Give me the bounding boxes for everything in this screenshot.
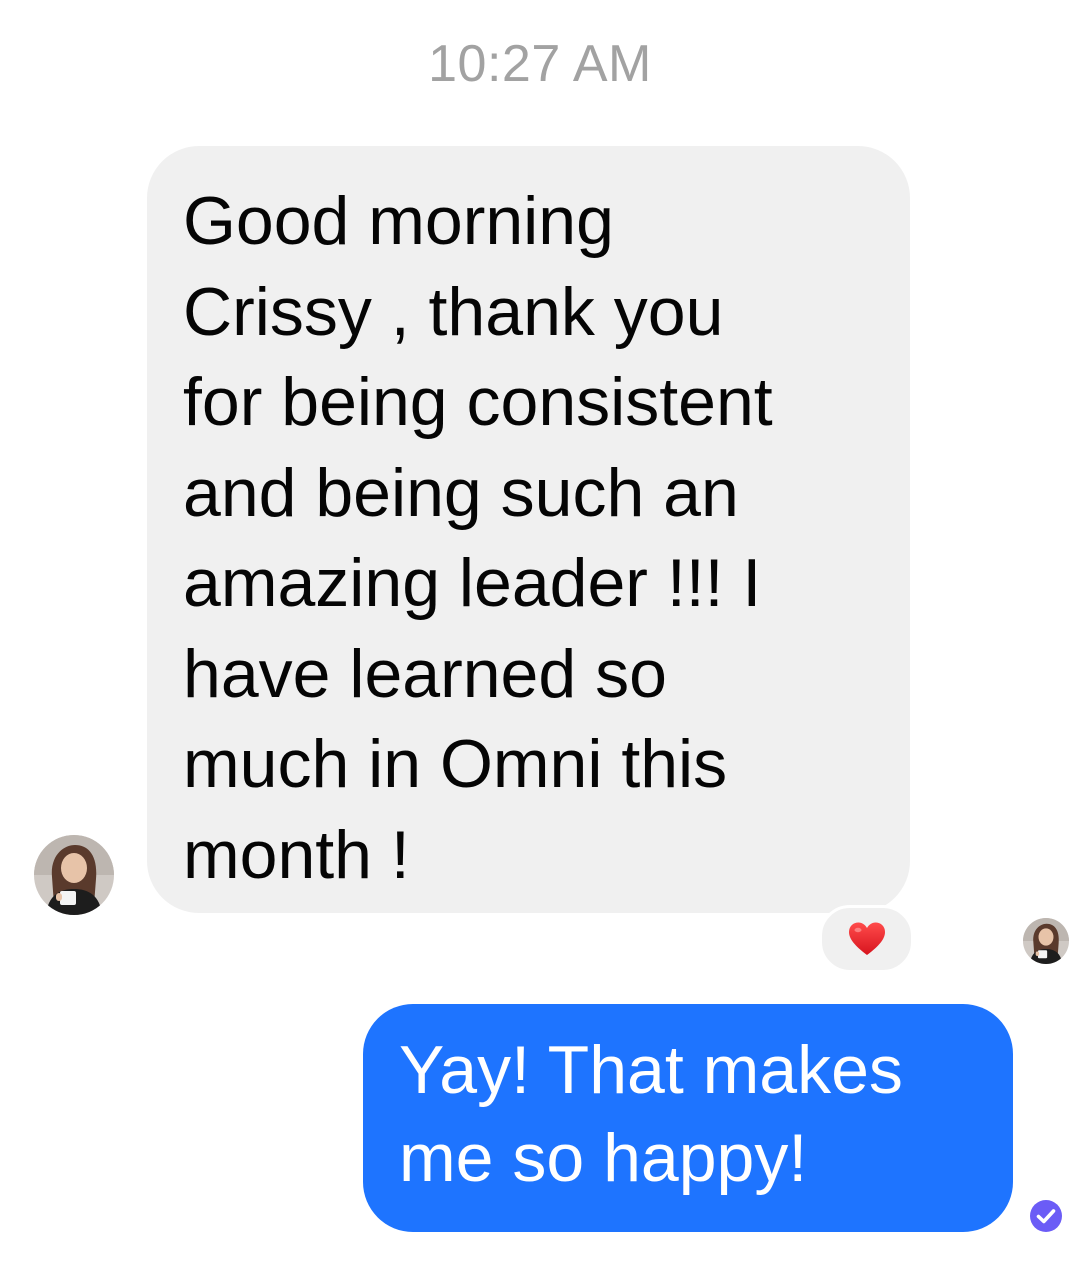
sender-avatar[interactable] — [34, 835, 114, 915]
delivery-status — [1028, 1198, 1064, 1234]
read-receipt-avatar — [1023, 918, 1069, 964]
incoming-message-text: Good morning Crissy , thank you for bein… — [183, 183, 773, 893]
avatar-photo-icon — [34, 835, 114, 915]
avatar-photo-icon — [1023, 918, 1069, 964]
outgoing-message-text: Yay! That makes me so happy! — [399, 1032, 903, 1196]
heart-icon — [848, 922, 885, 955]
heart-reaction[interactable] — [819, 905, 914, 973]
incoming-message-bubble[interactable]: Good morning Crissy , thank you for bein… — [147, 146, 910, 913]
outgoing-message-bubble[interactable]: Yay! That makes me so happy! — [363, 1004, 1013, 1232]
message-timestamp: 10:27 AM — [428, 35, 652, 93]
check-circle-icon — [1030, 1200, 1062, 1232]
